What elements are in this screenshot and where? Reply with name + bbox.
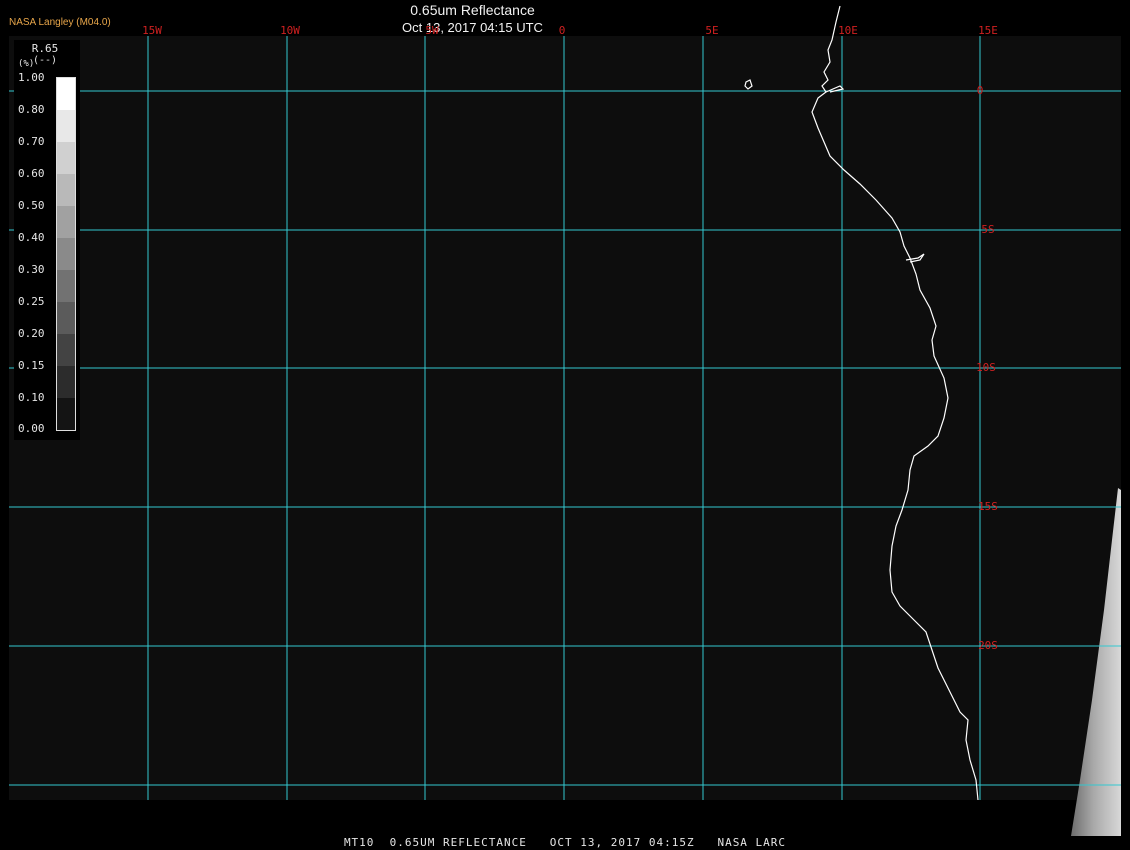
footer-caption: MT10 0.65UM REFLECTANCE OCT 13, 2017 04:…	[343, 836, 787, 849]
legend-tick-label: 1.00	[18, 71, 45, 84]
lon-label-15w: 15W	[142, 24, 162, 37]
legend-tick-label: 0.20	[18, 327, 45, 340]
legend-swatch	[57, 334, 75, 366]
satellite-swath	[1071, 488, 1121, 836]
legend-tick-label: 0.15	[18, 359, 45, 372]
map-overlay: 15W 10W 5W 0 5E 10E 15E 0 5S 10S 15S 20S	[9, 5, 1121, 836]
legend-swatch	[57, 238, 75, 270]
lat-lon-grid	[9, 36, 1121, 800]
legend-swatch	[57, 270, 75, 302]
lon-label-0: 0	[559, 24, 566, 37]
legend-tick-label: 0.30	[18, 263, 45, 276]
legend-units-text: (--)	[32, 55, 58, 66]
legend-title: R.65	[31, 42, 59, 55]
legend-swatch	[57, 206, 75, 238]
legend-color-bar	[56, 77, 76, 431]
legend-tick-label: 0.60	[18, 167, 45, 180]
lon-label-10w: 10W	[280, 24, 300, 37]
legend-swatch	[57, 174, 75, 206]
legend-tick-label: 0.40	[18, 231, 45, 244]
lon-label-5e: 5E	[705, 24, 718, 37]
lat-label-10s: 10S	[976, 361, 996, 374]
legend-units-prefix: (%)	[18, 59, 35, 69]
legend-swatch	[57, 366, 75, 398]
legend-tick-label: 0.00	[18, 422, 45, 435]
island-bioko	[744, 79, 753, 90]
legend-swatch	[57, 78, 75, 110]
legend-swatch	[57, 302, 75, 334]
lat-label-5s: 5S	[981, 223, 994, 236]
legend-units: (%) (--)	[14, 55, 76, 69]
lon-label-5w: 5W	[425, 24, 439, 37]
legend-tick-label: 0.50	[18, 199, 45, 212]
latitude-labels: 0 5S 10S 15S 20S	[976, 84, 998, 652]
lat-label-20s: 20S	[978, 639, 998, 652]
legend-tick-label: 0.80	[18, 103, 45, 116]
lon-label-10e: 10E	[838, 24, 858, 37]
lon-label-15e: 15E	[978, 24, 998, 37]
legend-swatch	[57, 398, 75, 430]
legend-swatch	[57, 110, 75, 142]
coastline	[744, 5, 979, 801]
legend-swatch	[57, 142, 75, 174]
legend-tick-label: 0.10	[18, 391, 45, 404]
longitude-labels: 15W 10W 5W 0 5E 10E 15E	[142, 24, 998, 37]
legend-tick-label: 0.70	[18, 135, 45, 148]
legend-tick-label: 0.25	[18, 295, 45, 308]
lat-label-15s: 15S	[978, 500, 998, 513]
lat-label-0: 0	[977, 84, 984, 97]
